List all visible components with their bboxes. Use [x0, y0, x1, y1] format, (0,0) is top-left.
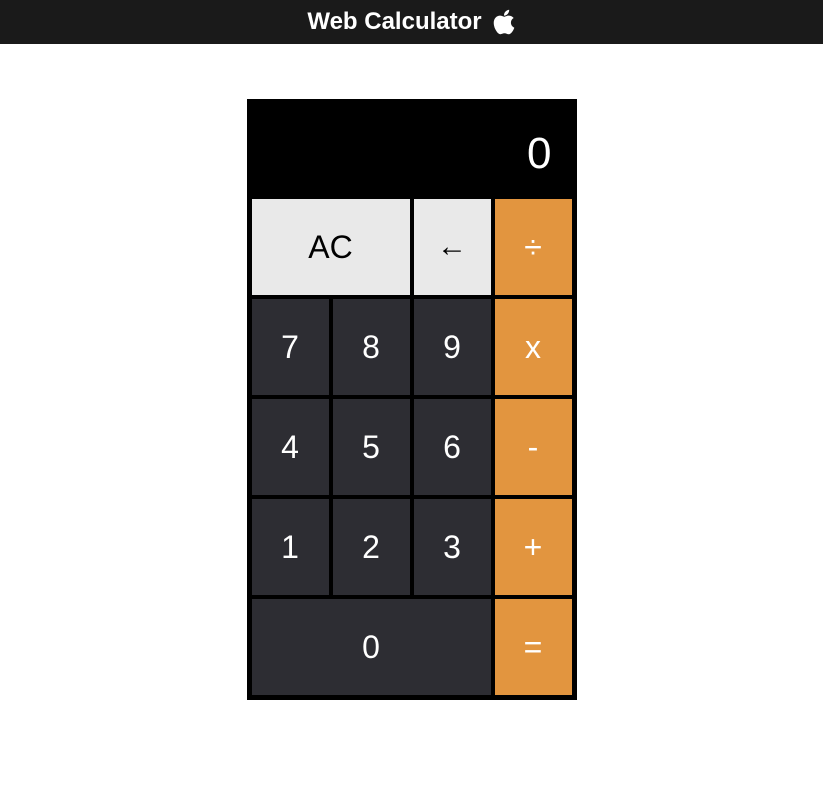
clear-button[interactable]: AC [252, 199, 410, 295]
calculator: 0 AC ← ÷ 7 8 9 x 4 5 6 - 1 2 3 + 0 = [247, 99, 577, 700]
three-button[interactable]: 3 [414, 499, 491, 595]
nine-button[interactable]: 9 [414, 299, 491, 395]
zero-button[interactable]: 0 [252, 599, 491, 695]
five-button[interactable]: 5 [333, 399, 410, 495]
app-title: Web Calculator [307, 8, 481, 36]
calculator-display: 0 [252, 104, 572, 199]
back-arrow-icon: ← [437, 230, 467, 264]
subtract-button[interactable]: - [495, 399, 572, 495]
six-button[interactable]: 6 [414, 399, 491, 495]
equals-button[interactable]: = [495, 599, 572, 695]
apple-icon [492, 8, 516, 36]
divide-button[interactable]: ÷ [495, 199, 572, 295]
multiply-button[interactable]: x [495, 299, 572, 395]
two-button[interactable]: 2 [333, 499, 410, 595]
eight-button[interactable]: 8 [333, 299, 410, 395]
backspace-button[interactable]: ← [414, 199, 491, 295]
keypad: AC ← ÷ 7 8 9 x 4 5 6 - 1 2 3 + 0 = [252, 199, 572, 695]
add-button[interactable]: + [495, 499, 572, 595]
four-button[interactable]: 4 [252, 399, 329, 495]
seven-button[interactable]: 7 [252, 299, 329, 395]
app-header: Web Calculator [0, 0, 823, 44]
one-button[interactable]: 1 [252, 499, 329, 595]
